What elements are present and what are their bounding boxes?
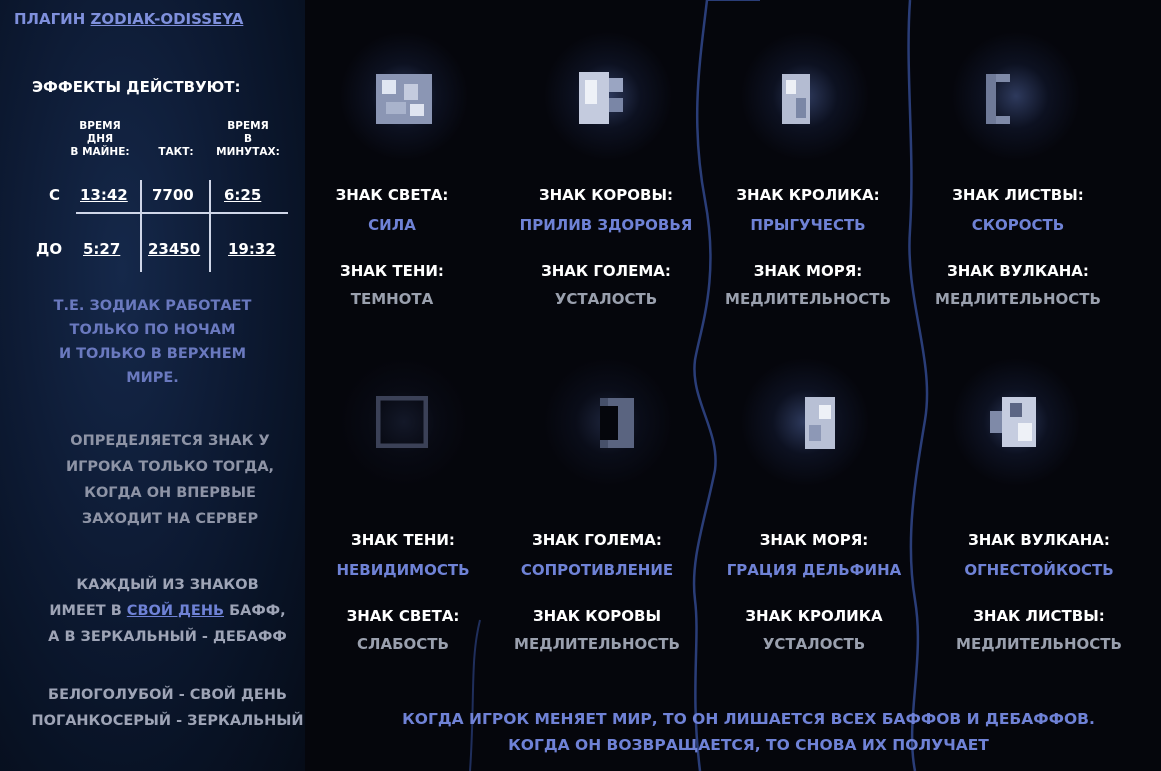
- mirror-sign-name: ЗНАК ГОЛЕМА:: [541, 262, 671, 280]
- table-divider: [76, 212, 288, 214]
- row-from-label: С: [49, 186, 61, 204]
- mirror-sign-name: ЗНАК ЛИСТВЫ:: [973, 607, 1105, 625]
- sign-card-volcano: ЗНАК ВУЛКАНА: ОГНЕСТОЙКОСТЬ ЗНАК ЛИСТВЫ:…: [930, 531, 1148, 653]
- cell-to-day-time: 5:27: [83, 240, 121, 258]
- note-night-only: Т.Е. ЗОДИАК РАБОТАЕТ ТОЛЬКО ПО НОЧАМ И Т…: [53, 298, 252, 386]
- note-first-join: ОПРЕДЕЛЯЕТСЯ ЗНАК У ИГРОКА ТОЛЬКО ТОГДА,…: [65, 433, 275, 527]
- sign-name: ЗНАК КОРОВЫ:: [538, 186, 674, 204]
- debuff-effect: СЛАБОСТЬ: [357, 635, 449, 653]
- mirror-sign-name: ЗНАК ТЕНИ:: [340, 262, 444, 280]
- cell-from-minutes: 6:25: [224, 186, 262, 204]
- debuff-effect: УСТАЛОСТЬ: [762, 635, 866, 653]
- sign-card-light: ЗНАК СВЕТА: СИЛА ЗНАК ТЕНИ: ТЕМНОТА: [316, 186, 468, 308]
- mirror-sign-name: ЗНАК СВЕТА:: [346, 607, 460, 625]
- col-header-minutes: ВРЕМЯ В МИНУТАХ:: [216, 120, 280, 158]
- note-buff-debuff: КАЖДЫЙ ИЗ ЗНАКОВ ИМЕЕТ В СВОЙ ДЕНЬ БАФФ,…: [48, 577, 287, 645]
- sea-sign-icon: [805, 397, 835, 449]
- mirror-sign-name: ЗНАК ВУЛКАНА:: [947, 262, 1089, 280]
- buff-effect: СИЛА: [368, 216, 416, 234]
- plugin-title: ПЛАГИН ZODIAK-ODISSEYA: [14, 10, 244, 28]
- row-to-label: ДО: [36, 240, 63, 258]
- cell-from-day-time: 13:42: [80, 186, 128, 204]
- buff-effect: ПРЫГУЧЕСТЬ: [750, 216, 866, 234]
- plugin-name: ZODIAK-ODISSEYA: [90, 10, 244, 28]
- volcano-sign-icon: [990, 397, 1036, 447]
- effects-heading: ЭФФЕКТЫ ДЕЙСТВУЮТ:: [32, 78, 241, 96]
- rabbit-sign-icon: [782, 74, 810, 124]
- color-legend: БЕЛОГОЛУБОЙ - СВОЙ ДЕНЬ ПОГАНКОСЕРЫЙ - З…: [31, 687, 304, 729]
- buff-effect: НЕВИДИМОСТЬ: [336, 561, 470, 579]
- sign-name: ЗНАК ВУЛКАНА:: [968, 531, 1110, 549]
- cell-to-minutes: 19:32: [228, 240, 276, 258]
- sign-card-sea: ЗНАК МОРЯ: ГРАЦИЯ ДЕЛЬФИНА ЗНАК КРОЛИКА …: [708, 531, 920, 653]
- sign-card-shadow: ЗНАК ТЕНИ: НЕВИДИМОСТЬ ЗНАК СВЕТА: СЛАБО…: [318, 531, 488, 653]
- buff-effect: ОГНЕСТОЙКОСТЬ: [964, 561, 1114, 579]
- table-divider: [140, 180, 142, 272]
- debuff-effect: МЕДЛИТЕЛЬНОСТЬ: [956, 635, 1122, 653]
- shadow-sign-icon: [376, 396, 428, 448]
- sign-name: ЗНАК ГОЛЕМА:: [532, 531, 662, 549]
- sign-name: ЗНАК МОРЯ:: [759, 531, 869, 549]
- sign-card-rabbit: ЗНАК КРОЛИКА: ПРЫГУЧЕСТЬ ЗНАК МОРЯ: МЕДЛ…: [706, 186, 910, 308]
- golem-sign-icon: [600, 398, 634, 448]
- cow-sign-icon: [579, 72, 623, 124]
- info-sidebar: ПЛАГИН ZODIAK-ODISSEYA ЭФФЕКТЫ ДЕЙСТВУЮТ…: [0, 0, 305, 771]
- sign-card-foliage: ЗНАК ЛИСТВЫ: СКОРОСТЬ ЗНАК ВУЛКАНА: МЕДЛ…: [912, 186, 1124, 308]
- debuff-effect: МЕДЛИТЕЛЬНОСТЬ: [514, 635, 680, 653]
- sign-name: ЗНАК КРОЛИКА:: [736, 186, 880, 204]
- debuff-effect: ТЕМНОТА: [350, 290, 434, 308]
- col-header-day-time: ВРЕМЯ ДНЯ В МАЙНЕ:: [70, 120, 130, 158]
- own-day-link: СВОЙ ДЕНЬ: [126, 603, 225, 619]
- col-header-tick: ТАКТ:: [158, 146, 194, 158]
- mirror-sign-name: ЗНАК КРОЛИКА: [745, 607, 883, 625]
- table-divider: [209, 180, 211, 272]
- debuff-effect: МЕДЛИТЕЛЬНОСТЬ: [935, 290, 1101, 308]
- world-change-note: КОГДА ИГРОК МЕНЯЕТ МИР, ТО ОН ЛИШАЕТСЯ В…: [402, 710, 1095, 754]
- sign-name: ЗНАК СВЕТА:: [335, 186, 449, 204]
- sign-card-golem: ЗНАК ГОЛЕМА: СОПРОТИВЛЕНИЕ ЗНАК КОРОВЫ М…: [497, 531, 697, 653]
- debuff-effect: УСТАЛОСТЬ: [554, 290, 658, 308]
- cell-from-tick: 7700: [152, 186, 194, 204]
- sign-name: ЗНАК ЛИСТВЫ:: [952, 186, 1084, 204]
- light-sign-icon: [376, 74, 432, 124]
- buff-effect: СКОРОСТЬ: [971, 216, 1065, 234]
- cell-to-tick: 23450: [148, 240, 201, 258]
- buff-effect: ПРИЛИВ ЗДОРОВЬЯ: [519, 216, 693, 234]
- buff-effect: СОПРОТИВЛЕНИЕ: [520, 561, 674, 579]
- mirror-sign-name: ЗНАК МОРЯ:: [753, 262, 863, 280]
- debuff-effect: МЕДЛИТЕЛЬНОСТЬ: [725, 290, 891, 308]
- foliage-sign-icon: [986, 74, 1010, 124]
- sign-name: ЗНАК ТЕНИ:: [351, 531, 455, 549]
- sign-card-cow: ЗНАК КОРОВЫ: ПРИЛИВ ЗДОРОВЬЯ ЗНАК ГОЛЕМА…: [500, 186, 712, 308]
- mirror-sign-name: ЗНАК КОРОВЫ: [532, 607, 662, 625]
- buff-effect: ГРАЦИЯ ДЕЛЬФИНА: [726, 561, 902, 579]
